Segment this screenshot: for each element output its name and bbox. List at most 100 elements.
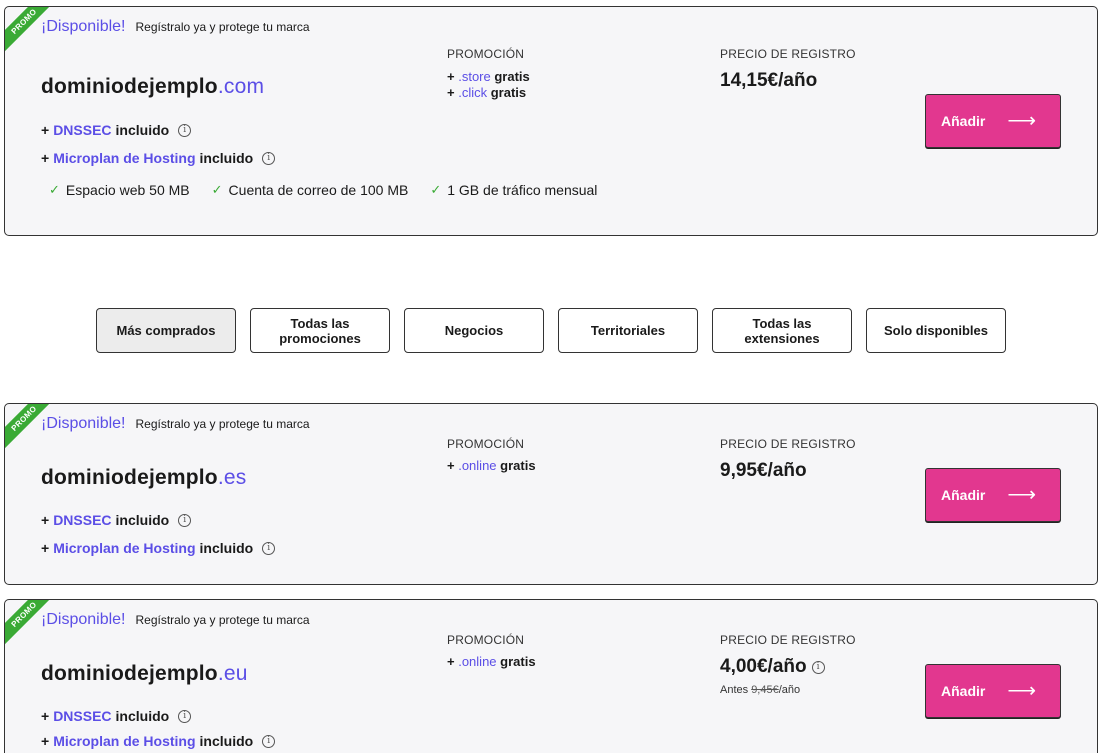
availability-status: ¡Disponible! [41,18,126,35]
domain-tld: .eu [217,662,248,685]
feature-suffix: incluido [199,733,254,749]
feature-hosting: + Microplan de Hosting incluido i [41,540,276,556]
info-icon[interactable]: i [262,734,276,748]
promotion-label: PROMOCIÓN [447,437,525,451]
promo-item: + .online gratis [447,459,536,473]
promo-prefix: + [447,458,459,473]
feature-dnssec: + DNSSEC incluido i [41,708,192,724]
filter-only-available[interactable]: Solo disponibles [866,308,1006,353]
domain-tld: .es [217,466,247,489]
feature-hosting-link[interactable]: Microplan de Hosting [53,540,195,556]
info-icon[interactable]: i [178,709,192,723]
filter-all-extensions[interactable]: Todas las extensiones [712,308,852,353]
promo-tld[interactable]: .online [458,458,496,473]
availability-status: ¡Disponible! [41,415,126,432]
promo-tld[interactable]: .store [458,69,491,84]
price-column: PRECIO DE REGISTRO 4,00€/año i Antes 9,4… [720,633,856,696]
feature-hosting-link[interactable]: Microplan de Hosting [53,150,195,166]
price-value: 4,00€/año i [720,656,856,678]
add-button[interactable]: Añadir ⟶ [925,468,1061,522]
promo-suffix: gratis [496,458,536,473]
check-icon: ✓ [49,182,60,197]
feature-hosting: + Microplan de Hosting incluido i [41,150,276,166]
domain-tld: .com [217,75,265,98]
availability-subtitle: Regístralo ya y protege tu marca [135,417,310,431]
price-amount: 4,00€/año [720,656,807,677]
availability-row: ¡Disponible! Regístralo ya y protege tu … [41,415,310,433]
promo-prefix: + [447,85,459,100]
promotion-label: PROMOCIÓN [447,633,525,647]
check-label: 1 GB de tráfico mensual [447,182,598,198]
add-button[interactable]: Añadir ⟶ [925,94,1061,148]
feature-suffix: incluido [115,708,170,724]
domain-base: dominiodejemplo [41,75,218,98]
availability-subtitle: Regístralo ya y protege tu marca [135,20,310,34]
check-item: ✓ Cuenta de correo de 100 MB [212,182,409,198]
feature-dnssec-link[interactable]: DNSSEC [53,512,111,528]
promo-suffix: gratis [496,654,536,669]
previous-price-amount: 9,45€ [751,684,779,696]
price-label: PRECIO DE REGISTRO [720,47,856,61]
promo-prefix: + [447,69,459,84]
promotion-column: PROMOCIÓN + .online gratis [447,633,536,669]
promo-tld[interactable]: .online [458,654,496,669]
availability-row: ¡Disponible! Regístralo ya y protege tu … [41,18,310,36]
check-icon: ✓ [211,182,223,197]
feature-dnssec: + DNSSEC incluido i [41,512,192,528]
domain-name: dominiodejemplo.com [41,75,264,99]
price-column: PRECIO DE REGISTRO 9,95€/año [720,437,856,482]
feature-hosting: + Microplan de Hosting incluido i [41,733,276,749]
domain-base: dominiodejemplo [41,466,218,489]
feature-prefix: + [41,733,50,749]
info-icon[interactable]: i [811,660,825,674]
filter-territorial[interactable]: Territoriales [558,308,698,353]
previous-price: Antes 9,45€/año [720,684,856,696]
add-button-label: Añadir [941,683,986,699]
feature-suffix: incluido [199,150,254,166]
promo-item: + .store gratis [447,70,530,84]
check-item: ✓ Espacio web 50 MB [49,182,190,198]
info-icon[interactable]: i [178,123,192,137]
feature-prefix: + [41,540,50,556]
check-label: Espacio web 50 MB [65,182,190,198]
feature-prefix: + [41,708,50,724]
feature-suffix: incluido [115,512,170,528]
feature-suffix: incluido [115,122,170,138]
add-button-label: Añadir [941,487,986,503]
hosting-checks: ✓ Espacio web 50 MB ✓ Cuenta de correo de … [49,182,597,198]
price-label: PRECIO DE REGISTRO [720,437,856,451]
feature-suffix: incluido [199,540,254,556]
add-button[interactable]: Añadir ⟶ [925,664,1061,718]
price-value: 9,95€/año [720,460,807,481]
promo-suffix: gratis [490,69,530,84]
availability-status: ¡Disponible! [41,611,126,628]
arrow-right-icon: ⟶ [1007,680,1037,702]
info-icon[interactable]: i [262,541,276,555]
check-item: ✓ 1 GB de tráfico mensual [430,182,597,198]
feature-hosting-link[interactable]: Microplan de Hosting [53,733,195,749]
promo-suffix: gratis [487,85,527,100]
domain-base: dominiodejemplo [41,662,218,685]
promotion-label: PROMOCIÓN [447,47,525,61]
domain-name: dominiodejemplo.eu [41,662,248,686]
feature-dnssec-link[interactable]: DNSSEC [53,122,111,138]
price-column: PRECIO DE REGISTRO 14,15€/año [720,47,856,92]
check-icon: ✓ [430,182,442,197]
feature-prefix: + [41,512,50,528]
feature-dnssec: + DNSSEC incluido i [41,122,192,138]
filter-business[interactable]: Negocios [404,308,544,353]
filter-bar: Más comprados Todas las promociones Nego… [96,308,1006,353]
domain-card-es: PROMO ¡Disponible! Regístralo ya y prote… [4,403,1098,585]
info-icon[interactable]: i [178,513,192,527]
previous-price-suffix: /año [778,684,801,696]
promotion-column: PROMOCIÓN + .store gratis + .click grati… [447,47,530,100]
filter-most-bought[interactable]: Más comprados [96,308,236,353]
feature-dnssec-link[interactable]: DNSSEC [53,708,111,724]
info-icon[interactable]: i [262,151,276,165]
add-button-label: Añadir [941,113,986,129]
promotion-column: PROMOCIÓN + .online gratis [447,437,536,473]
filter-all-promotions[interactable]: Todas las promociones [250,308,390,353]
promo-prefix: + [447,654,459,669]
promo-item: + .online gratis [447,655,536,669]
promo-tld[interactable]: .click [458,85,487,100]
